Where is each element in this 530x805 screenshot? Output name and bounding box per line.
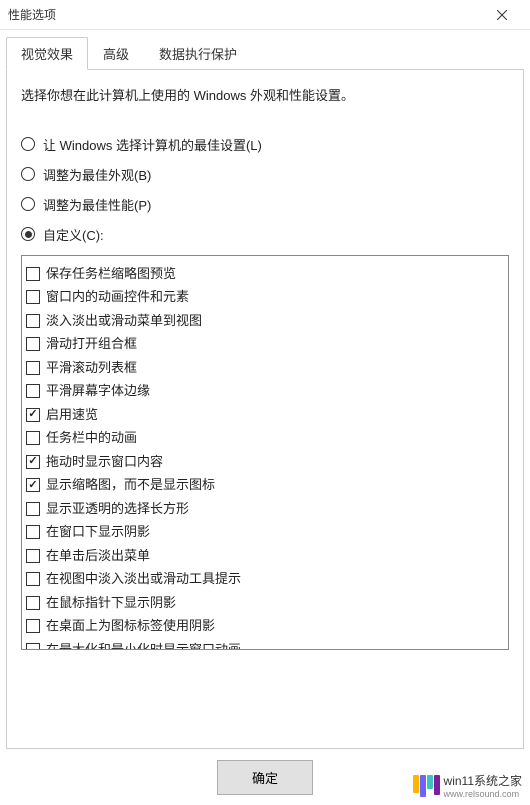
checkbox-icon bbox=[26, 619, 40, 633]
radio-best-appearance[interactable]: 调整为最佳外观(B) bbox=[21, 165, 509, 184]
dialog-button-row: 确定 bbox=[0, 760, 530, 795]
check-label: 在鼠标指针下显示阴影 bbox=[46, 593, 176, 613]
radio-group-preset: 让 Windows 选择计算机的最佳设置(L) 调整为最佳外观(B) 调整为最佳… bbox=[21, 135, 509, 244]
check-label: 窗口内的动画控件和元素 bbox=[46, 287, 189, 307]
checkbox-icon bbox=[26, 502, 40, 516]
checkbox-icon bbox=[26, 572, 40, 586]
check-row[interactable]: 滑动打开组合框 bbox=[26, 332, 504, 356]
check-row[interactable]: 显示缩略图，而不是显示图标 bbox=[26, 473, 504, 497]
check-row[interactable]: 在鼠标指针下显示阴影 bbox=[26, 591, 504, 615]
check-row[interactable]: 窗口内的动画控件和元素 bbox=[26, 285, 504, 309]
checkbox-icon bbox=[26, 455, 40, 469]
checkbox-icon bbox=[26, 525, 40, 539]
tab-panel-visual-effects: 选择你想在此计算机上使用的 Windows 外观和性能设置。 让 Windows… bbox=[6, 69, 524, 749]
check-label: 显示缩略图，而不是显示图标 bbox=[46, 475, 215, 495]
ok-button[interactable]: 确定 bbox=[217, 760, 313, 795]
check-row[interactable]: 在单击后淡出菜单 bbox=[26, 544, 504, 568]
check-row[interactable]: 保存任务栏缩略图预览 bbox=[26, 262, 504, 286]
window-title: 性能选项 bbox=[8, 6, 482, 23]
check-row[interactable]: 平滑屏幕字体边缘 bbox=[26, 379, 504, 403]
radio-label: 调整为最佳外观(B) bbox=[43, 165, 151, 184]
checkbox-icon bbox=[26, 384, 40, 398]
radio-icon bbox=[21, 167, 35, 181]
check-row[interactable]: 显示亚透明的选择长方形 bbox=[26, 497, 504, 521]
check-label: 在桌面上为图标标签使用阴影 bbox=[46, 616, 215, 636]
check-label: 平滑屏幕字体边缘 bbox=[46, 381, 150, 401]
radio-custom[interactable]: 自定义(C): bbox=[21, 225, 509, 244]
check-label: 在视图中淡入淡出或滑动工具提示 bbox=[46, 569, 241, 589]
radio-label: 让 Windows 选择计算机的最佳设置(L) bbox=[43, 135, 262, 154]
check-row[interactable]: 在桌面上为图标标签使用阴影 bbox=[26, 614, 504, 638]
radio-label: 调整为最佳性能(P) bbox=[43, 195, 151, 214]
check-row[interactable]: 任务栏中的动画 bbox=[26, 426, 504, 450]
check-row[interactable]: 拖动时显示窗口内容 bbox=[26, 450, 504, 474]
check-label: 启用速览 bbox=[46, 405, 98, 425]
check-label: 显示亚透明的选择长方形 bbox=[46, 499, 189, 519]
radio-icon bbox=[21, 227, 35, 241]
checkbox-icon bbox=[26, 408, 40, 422]
checkbox-icon bbox=[26, 596, 40, 610]
checkbox-icon bbox=[26, 290, 40, 304]
radio-icon bbox=[21, 137, 35, 151]
tab-dep[interactable]: 数据执行保护 bbox=[144, 37, 252, 70]
panel-description: 选择你想在此计算机上使用的 Windows 外观和性能设置。 bbox=[21, 86, 509, 107]
check-row[interactable]: 启用速览 bbox=[26, 403, 504, 427]
check-row[interactable]: 在窗口下显示阴影 bbox=[26, 520, 504, 544]
check-label: 平滑滚动列表框 bbox=[46, 358, 137, 378]
close-button[interactable] bbox=[482, 0, 522, 30]
check-label: 任务栏中的动画 bbox=[46, 428, 137, 448]
check-label: 滑动打开组合框 bbox=[46, 334, 137, 354]
titlebar: 性能选项 bbox=[0, 0, 530, 30]
checklist-box: 保存任务栏缩略图预览窗口内的动画控件和元素淡入淡出或滑动菜单到视图滑动打开组合框… bbox=[21, 255, 509, 650]
tab-visual-effects[interactable]: 视觉效果 bbox=[6, 37, 88, 70]
content-area: 视觉效果 高级 数据执行保护 选择你想在此计算机上使用的 Windows 外观和… bbox=[0, 30, 530, 749]
check-row[interactable]: 在最大化和最小化时显示窗口动画 bbox=[26, 638, 504, 650]
check-label: 在单击后淡出菜单 bbox=[46, 546, 150, 566]
checkbox-icon bbox=[26, 549, 40, 563]
radio-let-windows-choose[interactable]: 让 Windows 选择计算机的最佳设置(L) bbox=[21, 135, 509, 154]
checkbox-icon bbox=[26, 361, 40, 375]
checkbox-icon bbox=[26, 431, 40, 445]
checkbox-icon bbox=[26, 267, 40, 281]
radio-best-performance[interactable]: 调整为最佳性能(P) bbox=[21, 195, 509, 214]
checkbox-icon bbox=[26, 478, 40, 492]
check-row[interactable]: 平滑滚动列表框 bbox=[26, 356, 504, 380]
tab-advanced[interactable]: 高级 bbox=[88, 37, 144, 70]
close-icon bbox=[497, 10, 507, 20]
check-label: 在窗口下显示阴影 bbox=[46, 522, 150, 542]
check-label: 在最大化和最小化时显示窗口动画 bbox=[46, 640, 241, 650]
radio-label: 自定义(C): bbox=[43, 225, 104, 244]
tab-strip: 视觉效果 高级 数据执行保护 bbox=[6, 37, 524, 71]
check-row[interactable]: 淡入淡出或滑动菜单到视图 bbox=[26, 309, 504, 333]
checkbox-icon bbox=[26, 337, 40, 351]
radio-icon bbox=[21, 197, 35, 211]
check-label: 拖动时显示窗口内容 bbox=[46, 452, 163, 472]
check-row[interactable]: 在视图中淡入淡出或滑动工具提示 bbox=[26, 567, 504, 591]
checkbox-icon bbox=[26, 643, 40, 650]
check-label: 淡入淡出或滑动菜单到视图 bbox=[46, 311, 202, 331]
checkbox-icon bbox=[26, 314, 40, 328]
check-label: 保存任务栏缩略图预览 bbox=[46, 264, 176, 284]
